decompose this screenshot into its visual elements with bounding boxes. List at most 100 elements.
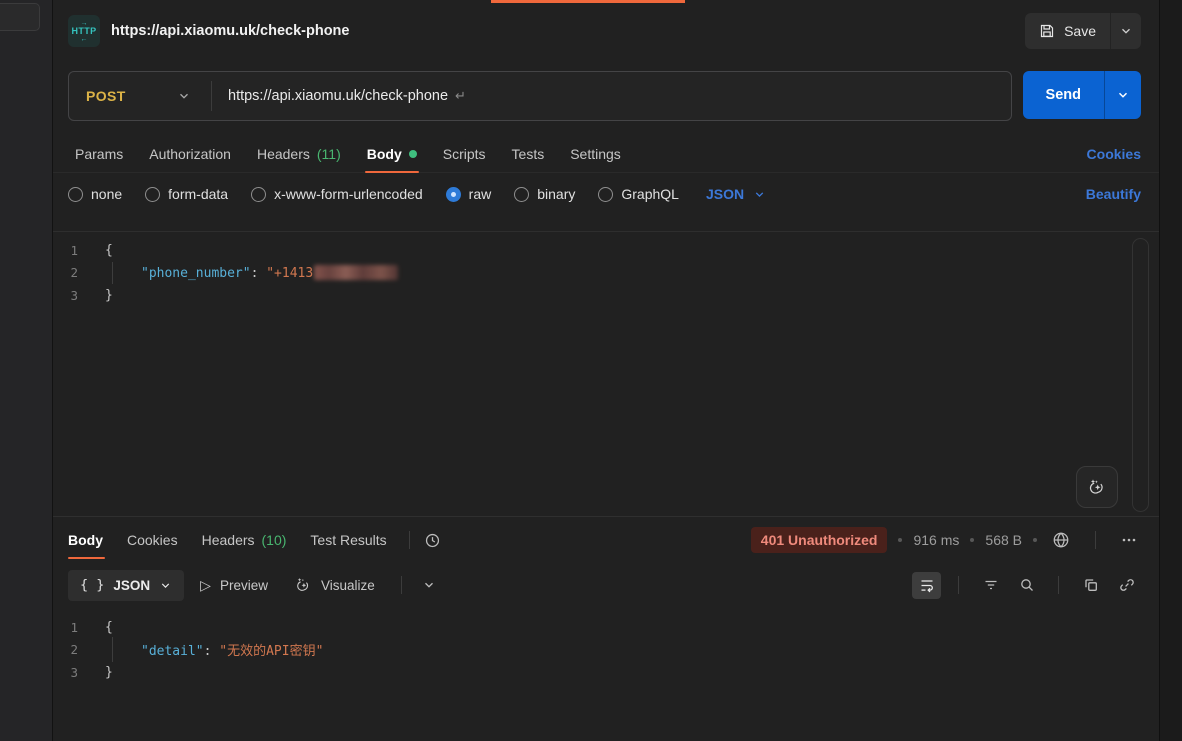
mode-label: form-data bbox=[168, 186, 228, 202]
code-line: 3 } bbox=[53, 661, 1159, 684]
editor-scrollbar[interactable] bbox=[1132, 238, 1149, 512]
sidebar-collapsed-item[interactable] bbox=[0, 3, 40, 31]
http-badge-label: HTTP bbox=[71, 27, 96, 36]
json-separator: : bbox=[251, 266, 267, 281]
response-tab-headers[interactable]: Headers (10) bbox=[190, 517, 299, 563]
code-token: } bbox=[105, 288, 113, 303]
visualize-sparkle-icon bbox=[294, 576, 312, 594]
cookies-link[interactable]: Cookies bbox=[1087, 146, 1141, 162]
divider bbox=[401, 576, 402, 594]
line-number: 3 bbox=[53, 288, 105, 303]
line-number: 1 bbox=[53, 243, 105, 258]
request-title: https://api.xiaomu.uk/check-phone bbox=[111, 23, 1025, 39]
request-body-editor[interactable]: 1 { 2 "phone_number": "+1413 3 } bbox=[53, 231, 1159, 516]
radio-icon[interactable] bbox=[514, 187, 529, 202]
tab-settings[interactable]: Settings bbox=[557, 135, 634, 172]
tab-label: Headers bbox=[257, 146, 310, 162]
mode-label: none bbox=[91, 186, 122, 202]
response-format-dropdown[interactable]: { } JSON bbox=[68, 570, 184, 601]
beautify-link[interactable]: Beautify bbox=[1086, 186, 1141, 202]
raw-type-label: JSON bbox=[706, 186, 744, 202]
json-value: "无效的API密钥" bbox=[219, 644, 323, 659]
body-mode-row: none form-data x-www-form-urlencoded raw… bbox=[53, 173, 1159, 215]
tab-label: Cookies bbox=[127, 532, 178, 548]
active-tab-indicator bbox=[491, 0, 685, 3]
request-title-bar: → HTTP ← https://api.xiaomu.uk/check-pho… bbox=[53, 0, 1159, 62]
line-number: 3 bbox=[53, 665, 105, 680]
response-body-editor[interactable]: 1 { 2 "detail": "无效的API密钥" 3 } bbox=[53, 607, 1159, 741]
response-right-tools bbox=[912, 572, 1141, 599]
radio-selected-icon[interactable] bbox=[446, 187, 461, 202]
tab-scripts[interactable]: Scripts bbox=[430, 135, 499, 172]
url-input[interactable]: https://api.xiaomu.uk/check-phone↵ bbox=[212, 88, 466, 104]
copy-icon[interactable] bbox=[1076, 572, 1105, 599]
save-floppy-icon bbox=[1039, 23, 1055, 39]
tab-label: Test Results bbox=[310, 532, 386, 548]
tab-headers[interactable]: Headers(11) bbox=[244, 135, 354, 172]
code-line: 2 "phone_number": "+1413 bbox=[53, 262, 1159, 285]
visualize-button[interactable]: Visualize bbox=[284, 570, 385, 601]
tab-authorization[interactable]: Authorization bbox=[136, 135, 244, 172]
more-options-icon[interactable] bbox=[1117, 528, 1141, 552]
mode-none[interactable]: none bbox=[68, 186, 122, 202]
json-key: "phone_number" bbox=[141, 266, 251, 281]
tab-label: Authorization bbox=[149, 146, 231, 162]
radio-icon[interactable] bbox=[251, 187, 266, 202]
tab-label: Body bbox=[68, 532, 103, 548]
response-time[interactable]: 916 ms bbox=[913, 532, 959, 548]
network-globe-icon[interactable] bbox=[1048, 527, 1074, 553]
url-container: POST https://api.xiaomu.uk/check-phone↵ bbox=[68, 71, 1012, 121]
indent-guide bbox=[112, 637, 113, 662]
save-button[interactable]: Save bbox=[1025, 13, 1110, 49]
more-views-chevron[interactable] bbox=[418, 574, 440, 596]
tab-tests[interactable]: Tests bbox=[499, 135, 558, 172]
tab-label: Settings bbox=[570, 146, 621, 162]
tab-body[interactable]: Body bbox=[354, 135, 430, 172]
request-url-row: POST https://api.xiaomu.uk/check-phone↵ … bbox=[53, 62, 1159, 121]
mode-x-www-form-urlencoded[interactable]: x-www-form-urlencoded bbox=[251, 186, 423, 202]
method-selector[interactable]: POST bbox=[69, 88, 211, 104]
filter-icon[interactable] bbox=[976, 572, 1005, 599]
tab-label: Headers bbox=[202, 532, 255, 548]
line-number: 2 bbox=[53, 642, 105, 657]
postbot-button[interactable] bbox=[1076, 466, 1118, 508]
send-button[interactable]: Send bbox=[1023, 71, 1104, 119]
format-label: JSON bbox=[113, 578, 150, 593]
response-header: Body Cookies Headers (10) Test Results 40… bbox=[53, 517, 1159, 563]
search-icon[interactable] bbox=[1012, 572, 1041, 599]
radio-icon[interactable] bbox=[598, 187, 613, 202]
response-panel: Body Cookies Headers (10) Test Results 40… bbox=[53, 516, 1159, 741]
wrap-text-icon[interactable] bbox=[912, 572, 941, 599]
tab-params[interactable]: Params bbox=[68, 135, 136, 172]
response-tab-cookies[interactable]: Cookies bbox=[115, 517, 190, 563]
radio-icon[interactable] bbox=[145, 187, 160, 202]
preview-button[interactable]: ▷ Preview bbox=[190, 570, 278, 601]
chevron-down-icon bbox=[159, 579, 172, 592]
mode-form-data[interactable]: form-data bbox=[145, 186, 228, 202]
visualize-label: Visualize bbox=[321, 578, 375, 593]
dot-separator bbox=[970, 538, 974, 542]
mode-raw[interactable]: raw bbox=[446, 186, 492, 202]
response-size[interactable]: 568 B bbox=[985, 532, 1022, 548]
send-options-chevron[interactable] bbox=[1104, 71, 1141, 119]
code-line: 1 { bbox=[53, 239, 1159, 262]
response-tab-body[interactable]: Body bbox=[68, 517, 115, 563]
code-token: { bbox=[105, 243, 113, 258]
save-options-chevron[interactable] bbox=[1110, 13, 1141, 49]
arrow-left-icon: ← bbox=[81, 36, 88, 43]
headers-count: (10) bbox=[262, 532, 287, 548]
status-badge[interactable]: 401 Unauthorized bbox=[751, 527, 888, 553]
http-request-icon: → HTTP ← bbox=[68, 15, 100, 47]
radio-icon[interactable] bbox=[68, 187, 83, 202]
mode-binary[interactable]: binary bbox=[514, 186, 575, 202]
raw-type-dropdown[interactable]: JSON bbox=[706, 186, 766, 202]
mode-label: GraphQL bbox=[621, 186, 679, 202]
left-sidebar bbox=[0, 0, 53, 741]
save-button-label: Save bbox=[1064, 23, 1096, 39]
link-icon[interactable] bbox=[1112, 572, 1141, 599]
response-tab-test-results[interactable]: Test Results bbox=[298, 517, 398, 563]
tab-label: Scripts bbox=[443, 146, 486, 162]
mode-graphql[interactable]: GraphQL bbox=[598, 186, 679, 202]
response-history-icon[interactable] bbox=[420, 528, 445, 553]
json-separator: : bbox=[204, 644, 220, 659]
